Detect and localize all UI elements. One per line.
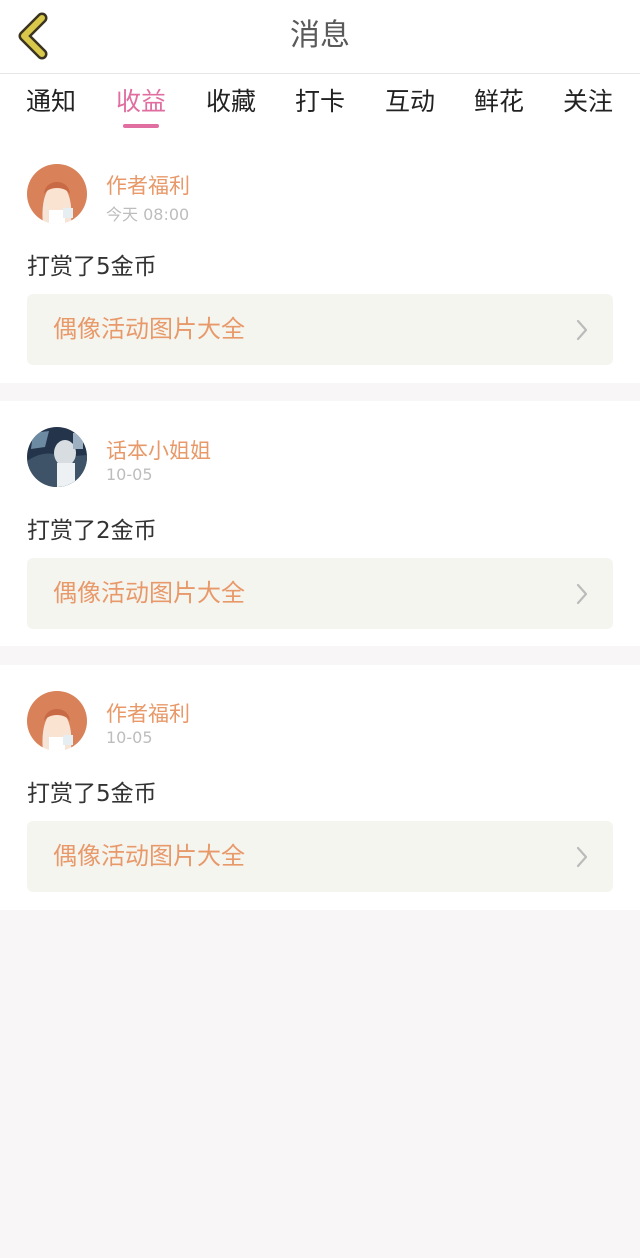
- tab-checkin[interactable]: 打卡: [280, 74, 360, 136]
- tab-earnings[interactable]: 收益: [101, 74, 181, 136]
- avatar[interactable]: [27, 427, 87, 487]
- top-bar: 消息: [0, 0, 640, 74]
- message-text: 打赏了5金币: [27, 781, 157, 807]
- message-card: 话本小姐姐 10-05 打赏了2金币 偶像活动图片大全: [0, 401, 640, 646]
- related-story-link[interactable]: 偶像活动图片大全: [27, 821, 613, 892]
- tab-label: 收藏: [205, 87, 256, 116]
- message-time: 10-05: [106, 465, 153, 484]
- avatar-anime-girl-icon: [27, 691, 87, 751]
- related-story-link[interactable]: 偶像活动图片大全: [27, 558, 613, 629]
- tab-interaction[interactable]: 互动: [370, 74, 450, 136]
- chevron-right-icon: [576, 583, 588, 605]
- tab-flowers[interactable]: 鲜花: [459, 74, 539, 136]
- author-name[interactable]: 话本小姐姐: [106, 435, 211, 465]
- tab-label: 打卡: [294, 87, 345, 116]
- avatar[interactable]: [27, 164, 87, 224]
- tab-label: 关注: [562, 87, 613, 116]
- author-name[interactable]: 作者福利: [106, 698, 190, 728]
- avatar[interactable]: [27, 691, 87, 751]
- message-card: 作者福利 10-05 打赏了5金币 偶像活动图片大全: [0, 665, 640, 910]
- message-text: 打赏了5金币: [27, 254, 157, 280]
- related-story-title: 偶像活动图片大全: [53, 842, 245, 870]
- avatar-car-interior-icon: [27, 427, 87, 487]
- tab-label: 鲜花: [473, 87, 524, 116]
- active-tab-indicator: [123, 124, 159, 128]
- chevron-right-icon: [576, 846, 588, 868]
- tab-bar: 通知 收益 收藏 打卡 互动 鲜花 关注: [0, 74, 640, 136]
- tab-label: 互动: [384, 87, 435, 116]
- avatar-anime-girl-icon: [27, 164, 87, 224]
- author-name[interactable]: 作者福利: [106, 170, 190, 200]
- chevron-left-icon: [18, 12, 48, 60]
- back-button[interactable]: [12, 8, 62, 64]
- message-time: 今天 08:00: [106, 205, 190, 224]
- chevron-right-icon: [576, 319, 588, 341]
- related-story-link[interactable]: 偶像活动图片大全: [27, 294, 613, 365]
- tab-notifications[interactable]: 通知: [11, 74, 91, 136]
- tab-following[interactable]: 关注: [548, 74, 628, 136]
- related-story-title: 偶像活动图片大全: [53, 579, 245, 607]
- message-card: 作者福利 今天 08:00 打赏了5金币 偶像活动图片大全: [0, 136, 640, 383]
- tab-label: 收益: [115, 87, 166, 116]
- tab-favorites[interactable]: 收藏: [191, 74, 271, 136]
- related-story-title: 偶像活动图片大全: [53, 315, 245, 343]
- page-title: 消息: [290, 18, 350, 53]
- message-time: 10-05: [106, 728, 153, 747]
- message-text: 打赏了2金币: [27, 518, 157, 544]
- tab-label: 通知: [25, 87, 76, 116]
